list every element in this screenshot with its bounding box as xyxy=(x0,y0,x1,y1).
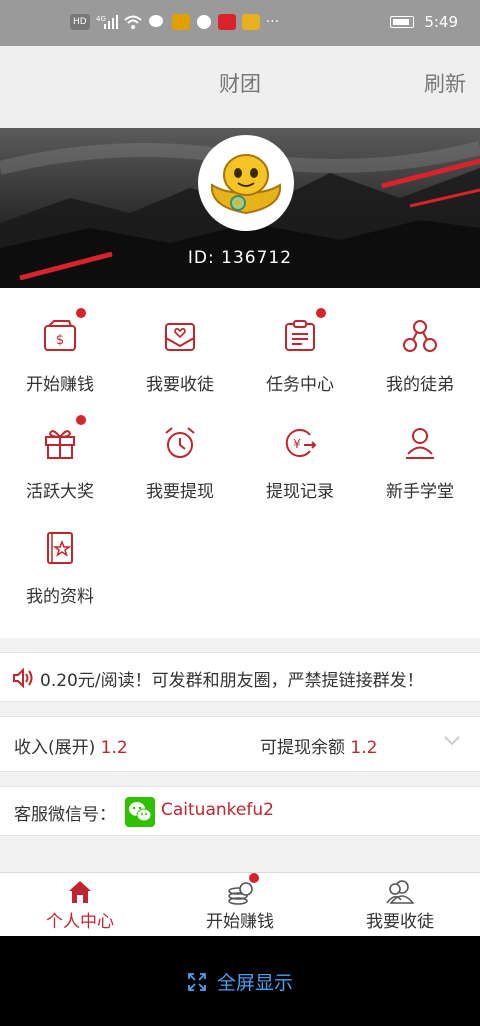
user-id: ID: 136712 xyxy=(187,248,293,268)
svg-text:4G: 4G xyxy=(96,15,106,23)
menu-item-withdraw[interactable]: 我要提现 xyxy=(120,395,240,502)
fullscreen-label: 全屏显示 xyxy=(216,972,293,994)
menu-grid: $ 开始赚钱 我要收徒 任务中心 我的徒弟 活跃大奖 我要提现 ¥ 提现记录 新… xyxy=(0,288,480,638)
support-label: 客服微信号： xyxy=(14,805,116,825)
menu-item-label: 我的徒弟 xyxy=(386,375,454,395)
gift-icon xyxy=(45,430,75,459)
tab-label: 我要收徒 xyxy=(366,912,434,932)
menu-item-label: 活跃大奖 xyxy=(26,482,94,502)
balance-label: 可提现余额 xyxy=(260,738,345,758)
system-nav-bar: 全屏显示 xyxy=(0,936,480,1026)
yen-arrow-icon: ¥ xyxy=(285,429,317,457)
refresh-button[interactable]: 刷新 xyxy=(424,68,466,98)
notice-text: 0.20元/阅读！可发群和朋友圈，严禁提链接群发！ xyxy=(40,671,424,691)
menu-item-label: 我的资料 xyxy=(26,587,94,607)
tab-recruit[interactable]: 我要收徒 xyxy=(320,873,480,937)
expand-icon xyxy=(188,973,206,991)
notification-dot xyxy=(249,873,259,883)
menu-item-label: 我要收徒 xyxy=(146,375,214,395)
menu-item-activity-prize[interactable]: 活跃大奖 xyxy=(0,395,120,502)
users-icon xyxy=(386,880,414,904)
notification-dot xyxy=(316,308,326,318)
network-circles-icon xyxy=(403,320,437,352)
income-label: 收入(展开) xyxy=(14,738,96,758)
gold-ingot-icon xyxy=(210,154,282,215)
menu-item-task-center[interactable]: 任务中心 xyxy=(240,288,360,395)
menu-item-label: 提现记录 xyxy=(266,482,334,502)
home-icon xyxy=(69,881,91,903)
menu-item-recruit[interactable]: 我要收徒 xyxy=(120,288,240,395)
svg-text:¥: ¥ xyxy=(293,437,301,451)
more-icon: ··· xyxy=(265,14,280,30)
menu-item-beginner-school[interactable]: 新手学堂 xyxy=(360,395,480,502)
chevron-down-icon[interactable] xyxy=(444,735,460,747)
signal-icon: 4G xyxy=(96,14,118,30)
wechat-id[interactable]: Caituankefu2 xyxy=(161,800,274,820)
status-icons: HD 4G ··· xyxy=(70,14,279,30)
menu-item-label: 新手学堂 xyxy=(386,482,454,502)
income-summary[interactable]: 收入(展开) 1.2 xyxy=(14,733,128,758)
user-icon xyxy=(406,428,434,459)
notification-dot xyxy=(76,308,86,318)
fullscreen-button[interactable]: 全屏显示 xyxy=(0,968,480,995)
chat-icon xyxy=(148,15,163,27)
coins-icon xyxy=(228,882,253,905)
alarm-clock-icon xyxy=(165,427,195,458)
menu-item-my-apprentices[interactable]: 我的徒弟 xyxy=(360,288,480,395)
notification-dot xyxy=(76,415,86,425)
income-value: 1.2 xyxy=(100,738,128,758)
balance-value: 1.2 xyxy=(350,738,378,758)
income-row[interactable]: 收入(展开) 1.2 可提现余额 1.2 xyxy=(0,716,480,772)
status-bar: HD 4G ··· 5:49 xyxy=(0,0,480,46)
notice-bar: 0.20元/阅读！可发群和朋友圈，严禁提链接群发！ xyxy=(0,652,480,702)
tab-start-earning[interactable]: 开始赚钱 xyxy=(160,873,320,937)
tab-label: 开始赚钱 xyxy=(206,912,274,932)
tab-personal-center[interactable]: 个人中心 xyxy=(0,873,160,937)
balance-summary: 可提现余额 1.2 xyxy=(260,733,377,758)
hd-icon: HD xyxy=(70,14,90,30)
wifi-icon xyxy=(124,15,142,29)
wallet-dollar-icon: $ xyxy=(44,320,76,351)
page-title: 财团 xyxy=(219,72,261,96)
app-icon xyxy=(217,14,236,30)
clipboard-list-icon xyxy=(285,320,315,351)
menu-item-label: 任务中心 xyxy=(266,375,334,395)
tab-label: 个人中心 xyxy=(46,912,114,932)
app-icon xyxy=(241,14,260,30)
clock-time: 5:49 xyxy=(424,13,458,31)
app-icon xyxy=(171,14,190,30)
envelope-heart-icon xyxy=(165,323,195,351)
menu-item-withdraw-records[interactable]: ¥ 提现记录 xyxy=(240,395,360,502)
bottom-tab-bar: 个人中心 开始赚钱 我要收徒 xyxy=(0,872,480,936)
menu-item-label: 开始赚钱 xyxy=(26,375,94,395)
avatar[interactable] xyxy=(198,135,294,231)
chat-icon xyxy=(196,15,211,29)
speaker-icon xyxy=(13,667,33,689)
menu-item-label: 我要提现 xyxy=(146,482,214,502)
profile-banner: ID: 136712 xyxy=(0,128,480,288)
app-header: 财团 刷新 xyxy=(0,46,480,128)
menu-item-start-earning[interactable]: $ 开始赚钱 xyxy=(0,288,120,395)
svg-text:$: $ xyxy=(56,333,64,348)
battery-icon xyxy=(390,16,415,28)
support-row: 客服微信号： Caituankefu2 xyxy=(0,786,480,836)
book-star-icon xyxy=(47,532,73,564)
wechat-icon xyxy=(125,797,155,827)
menu-item-my-profile[interactable]: 我的资料 xyxy=(0,500,120,607)
